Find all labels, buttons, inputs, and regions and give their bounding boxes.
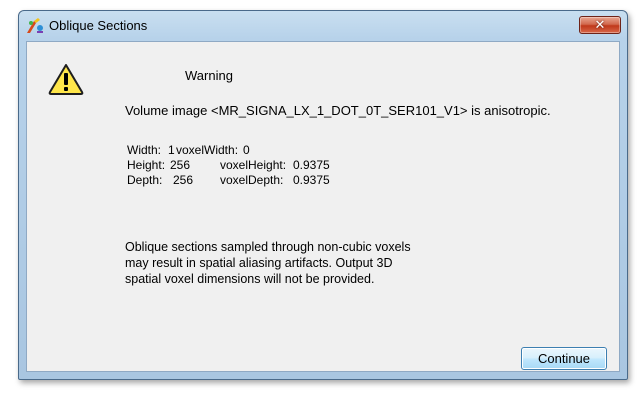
- close-button[interactable]: ✕: [579, 16, 621, 34]
- dialog-window: Oblique Sections ✕ Warning Volume image …: [18, 10, 628, 380]
- note-line: Oblique sections sampled through non-cub…: [125, 240, 411, 254]
- continue-button[interactable]: Continue: [521, 347, 607, 370]
- voxel-value: 0.9375: [293, 158, 330, 172]
- anisotropic-message: Volume image <MR_SIGNA_LX_1_DOT_0T_SER10…: [125, 103, 551, 118]
- dimension-label: Width:: [127, 143, 162, 157]
- dimension-value: 1: [168, 143, 175, 157]
- voxel-value: 0.9375: [293, 173, 330, 187]
- app-icon: [27, 18, 43, 33]
- voxel-label: voxelDepth:: [220, 173, 284, 187]
- dimension-label: Height:: [127, 158, 166, 172]
- title-bar[interactable]: Oblique Sections ✕: [19, 11, 627, 41]
- voxel-label: voxelWidth:: [176, 143, 239, 157]
- window-title: Oblique Sections: [49, 18, 148, 33]
- dimension-value: 256: [170, 158, 191, 172]
- voxel-value: 0: [243, 143, 250, 157]
- dimension-label: Depth:: [127, 173, 163, 187]
- dialog-body: Warning Volume image <MR_SIGNA_LX_1_DOT_…: [26, 41, 620, 372]
- note-line: spatial voxel dimensions will not be pro…: [125, 272, 375, 286]
- dialog-heading: Warning: [185, 68, 233, 83]
- dimension-value: 256: [173, 173, 194, 187]
- note-line: may result in spatial aliasing artifacts…: [125, 256, 393, 270]
- warning-icon: [48, 64, 84, 95]
- aliasing-note: Oblique sections sampled through non-cub…: [125, 239, 411, 287]
- voxel-label: voxelHeight:: [220, 158, 287, 172]
- close-icon: ✕: [594, 17, 606, 32]
